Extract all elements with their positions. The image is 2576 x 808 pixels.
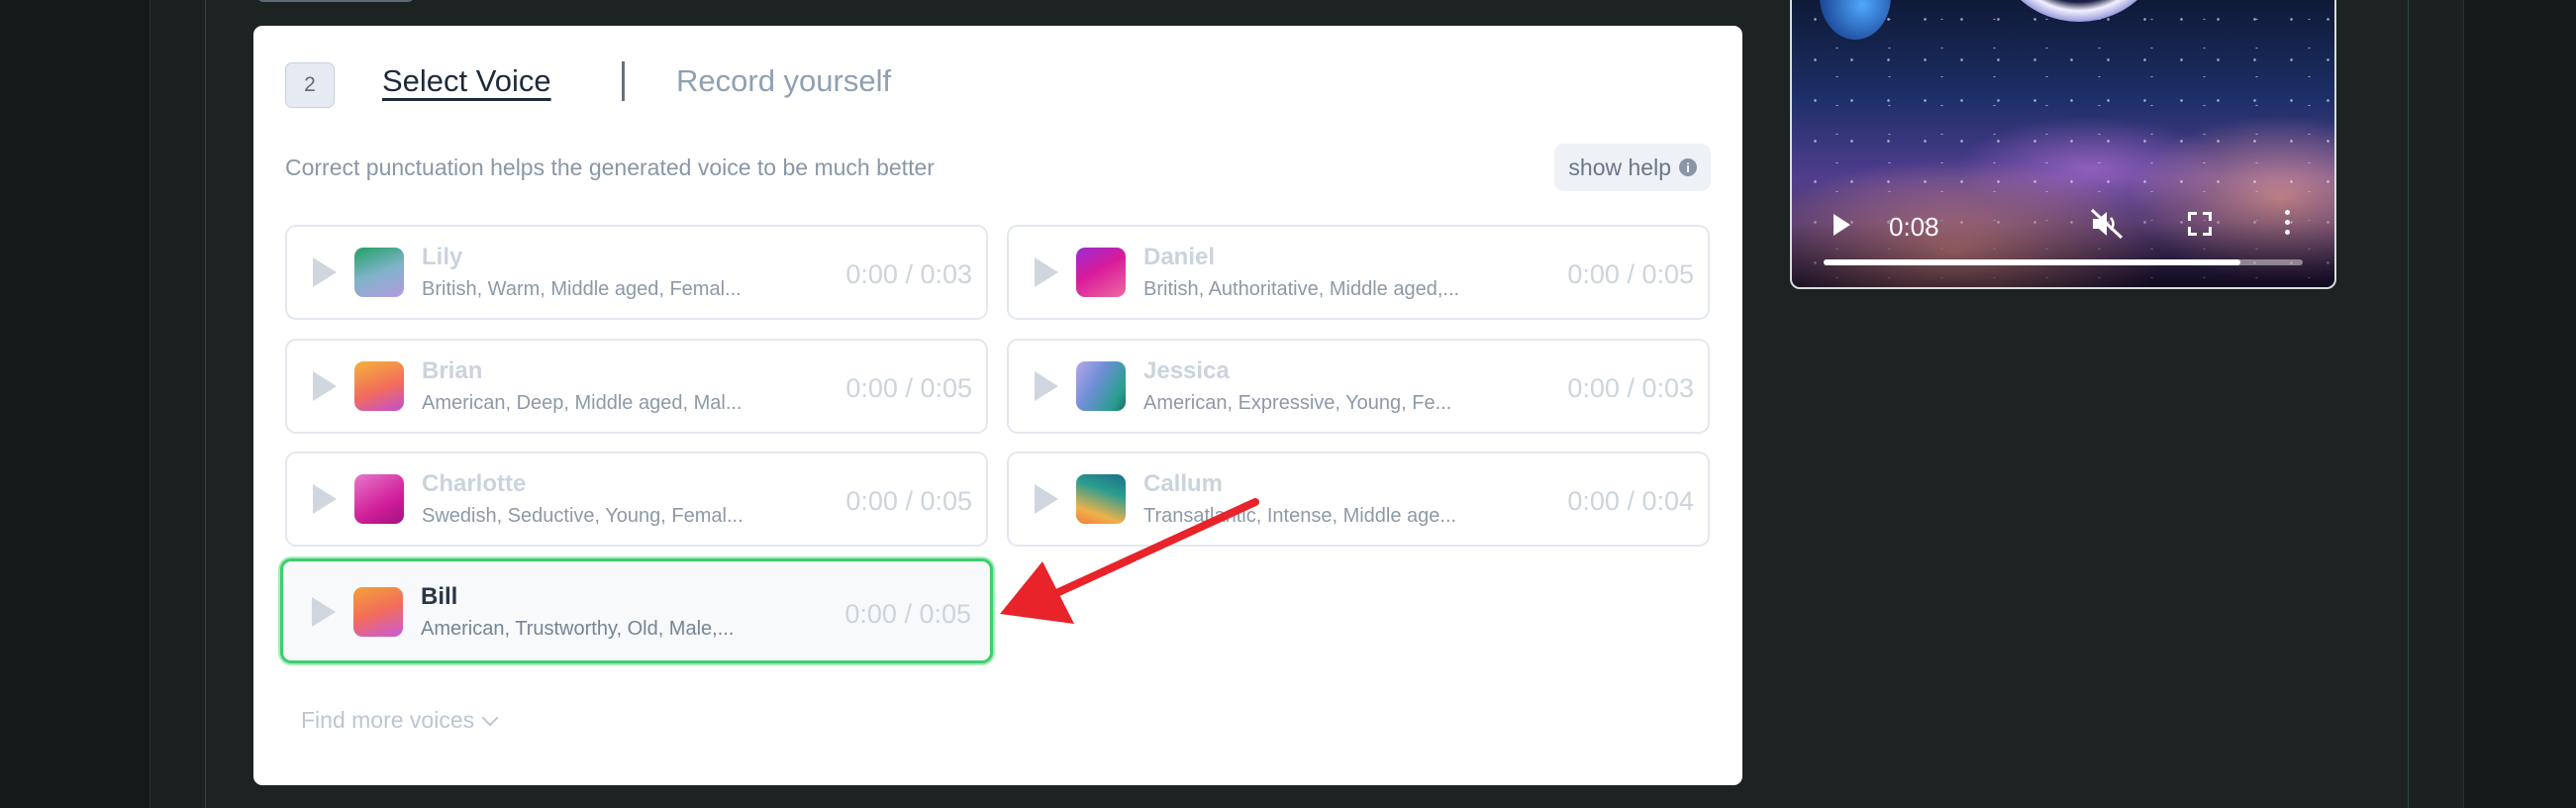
- mute-icon[interactable]: [2089, 208, 2125, 240]
- find-more-label: Find more voices: [301, 707, 475, 733]
- tab-select-voice[interactable]: Select Voice: [382, 63, 551, 99]
- voice-name: Daniel: [1143, 244, 1216, 270]
- voice-item-brian[interactable]: Brian American, Deep, Middle aged, Mal..…: [285, 339, 988, 434]
- step-badge: 2: [285, 62, 335, 108]
- video-time: 0:08: [1889, 212, 1939, 242]
- punctuation-hint: Correct punctuation helps the generated …: [285, 154, 935, 180]
- play-icon[interactable]: [1833, 214, 1850, 236]
- video-player[interactable]: 0:08: [1790, 0, 2336, 289]
- voice-item-charlotte[interactable]: Charlotte Swedish, Seductive, Young, Fem…: [285, 452, 988, 547]
- voice-description: American, Expressive, Young, Fe...: [1143, 392, 1452, 414]
- play-icon[interactable]: [1035, 484, 1058, 514]
- voice-avatar: [354, 474, 404, 524]
- voice-time: 0:00 / 0:05: [844, 599, 971, 629]
- voice-avatar: [353, 587, 403, 637]
- voice-name: Jessica: [1143, 357, 1230, 384]
- show-help-label: show help: [1568, 153, 1671, 180]
- voice-description: American, Trustworthy, Old, Male,...: [421, 618, 735, 640]
- voice-avatar: [1076, 248, 1126, 297]
- voice-item-bill[interactable]: Bill American, Trustworthy, Old, Male,..…: [280, 558, 993, 663]
- voice-description: American, Deep, Middle aged, Mal...: [422, 392, 743, 414]
- chevron-down-icon: [481, 709, 499, 726]
- play-icon[interactable]: [313, 257, 337, 287]
- show-help-button[interactable]: show help i: [1554, 144, 1711, 191]
- find-more-voices[interactable]: Find more voices: [301, 707, 499, 734]
- tab-divider: [622, 61, 625, 101]
- voice-avatar: [354, 361, 404, 411]
- voice-time: 0:00 / 0:03: [1567, 373, 1694, 403]
- play-icon[interactable]: [1035, 257, 1058, 287]
- voice-time: 0:00 / 0:03: [845, 259, 972, 289]
- tab-record-yourself[interactable]: Record yourself: [676, 63, 891, 99]
- play-icon[interactable]: [312, 597, 336, 627]
- step-1-stub: [257, 0, 414, 2]
- voice-card: 2 Select Voice Record yourself Correct p…: [253, 26, 1742, 785]
- play-icon[interactable]: [313, 371, 337, 401]
- play-icon[interactable]: [1035, 371, 1058, 401]
- voice-item-callum[interactable]: Callum Transatlantic, Intense, Middle ag…: [1007, 452, 1710, 547]
- voice-time: 0:00 / 0:05: [845, 486, 972, 516]
- voice-item-jessica[interactable]: Jessica American, Expressive, Young, Fe.…: [1007, 339, 1710, 434]
- voice-time: 0:00 / 0:04: [1567, 486, 1694, 516]
- voice-time: 0:00 / 0:05: [845, 373, 972, 403]
- voice-name: Callum: [1143, 470, 1224, 497]
- voice-time: 0:00 / 0:05: [1567, 259, 1694, 289]
- fullscreen-icon[interactable]: [2188, 212, 2212, 236]
- voice-item-daniel[interactable]: Daniel British, Authoritative, Middle ag…: [1007, 225, 1710, 320]
- video-progress-fill: [1824, 259, 2241, 265]
- voice-avatar: [1076, 361, 1126, 411]
- voice-avatar: [1076, 474, 1126, 524]
- info-icon: i: [1679, 158, 1697, 176]
- voice-name: Lily: [422, 244, 463, 270]
- voice-avatar: [354, 248, 404, 297]
- voice-description: Swedish, Seductive, Young, Femal...: [422, 505, 743, 527]
- voice-description: Transatlantic, Intense, Middle age...: [1143, 505, 1457, 527]
- more-vert-icon[interactable]: [2282, 210, 2292, 240]
- play-icon[interactable]: [313, 484, 337, 514]
- voice-description: British, Authoritative, Middle aged,...: [1143, 278, 1460, 300]
- voice-description: British, Warm, Middle aged, Femal...: [422, 278, 742, 300]
- voice-name: Charlotte: [422, 470, 527, 497]
- video-progress-bar[interactable]: [1824, 259, 2303, 265]
- voice-name: Bill: [421, 583, 458, 610]
- video-controls: 0:08: [1792, 178, 2334, 287]
- voice-name: Brian: [422, 357, 483, 384]
- voice-item-lily[interactable]: Lily British, Warm, Middle aged, Femal..…: [285, 225, 988, 320]
